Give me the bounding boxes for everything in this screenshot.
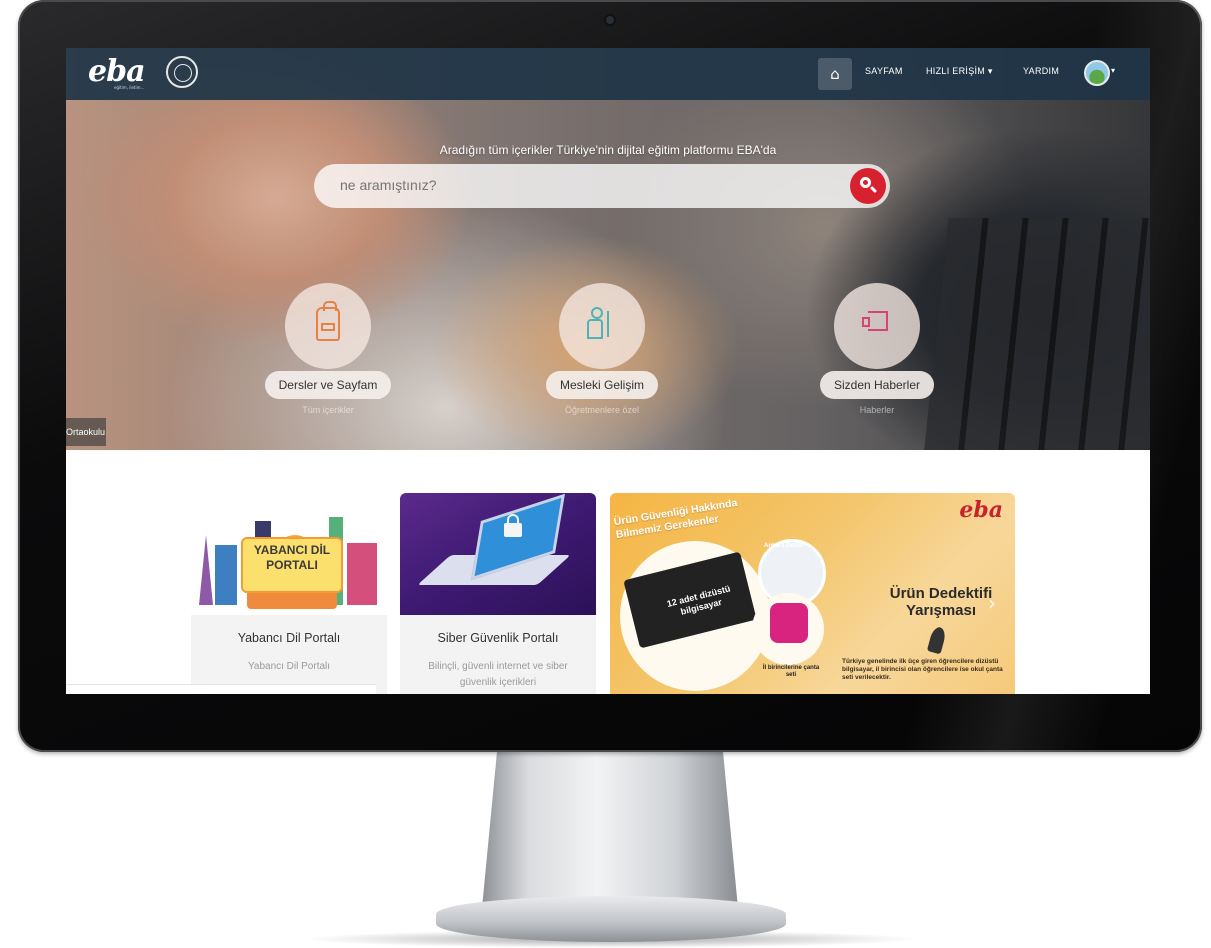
nav-hizli-erisim-label: HIZLI ERİŞİM: [926, 66, 986, 76]
teacher-checklist-icon: [587, 307, 619, 343]
promo-banner[interactable]: Ürün Güvenliği Hakkında Bilmemiz Gereken…: [610, 493, 1015, 694]
backpack-icon: [316, 301, 340, 341]
nav-yardim[interactable]: YARDIM: [1023, 66, 1059, 76]
top-navbar: eba eğitim, iletim... ⌂ SAYFAM HIZLI ERİ…: [66, 48, 1150, 100]
rocket-icon: [926, 625, 948, 655]
search-input[interactable]: [338, 176, 822, 194]
category-circle[interactable]: [285, 283, 371, 369]
category-label[interactable]: Sizden Haberler: [819, 371, 935, 399]
caret-down-icon: ▾: [987, 66, 993, 76]
webcam: [606, 16, 614, 24]
category-dersler[interactable]: Dersler ve Sayfam Tüm içerikler: [258, 283, 398, 415]
category-sub: Tüm içerikler: [302, 405, 354, 415]
category-haberler[interactable]: Sizden Haberler Haberler: [807, 283, 947, 415]
carousel-prev-icon[interactable]: ‹: [622, 591, 630, 615]
banner-description: Türkiye genelinde ilk üçe giren öğrencil…: [842, 658, 1003, 681]
category-sub: Öğretmenlere özel: [564, 405, 640, 415]
category-label[interactable]: Mesleki Gelişim: [545, 371, 658, 399]
portal-sign-text: YABANCI DİL PORTALI: [253, 543, 331, 572]
monitor-base: [436, 896, 786, 942]
hero-tagline: Aradığın tüm içerikler Türkiye'nin dijit…: [439, 143, 777, 157]
category-label[interactable]: Dersler ve Sayfam: [264, 371, 392, 399]
bottom-strip: [66, 684, 376, 694]
content-section: YABANCI DİL PORTALI Yabancı Dil Portalı …: [66, 450, 1150, 694]
banner-logo: eba: [959, 497, 1003, 523]
category-mesleki[interactable]: Mesleki Gelişim Öğretmenlere özel: [532, 283, 672, 415]
card-title[interactable]: Siber Güvenlik Portalı: [400, 631, 596, 645]
eba-logo[interactable]: eba: [88, 54, 146, 89]
windmill-icon: [347, 543, 377, 605]
lock-icon: [504, 514, 522, 537]
eiffel-icon: [199, 535, 213, 605]
card-image: [400, 493, 596, 615]
monitor-stand: [482, 748, 738, 908]
card-title[interactable]: Yabancı Dil Portalı: [191, 631, 387, 645]
hero-section: eba eğitim, iletim... ⌂ SAYFAM HIZLI ERİ…: [66, 48, 1150, 450]
search-button[interactable]: [850, 168, 886, 204]
logo-subtitle: eğitim, iletim...: [114, 85, 145, 90]
building-icon: [215, 545, 237, 605]
user-avatar[interactable]: [1084, 60, 1110, 86]
ministry-seal-icon: [166, 56, 198, 88]
megaphone-icon: [862, 311, 892, 335]
carousel-next-icon[interactable]: ›: [988, 591, 996, 615]
card-description: Yabancı Dil Portalı: [247, 661, 331, 672]
screen: eba eğitim, iletim... ⌂ SAYFAM HIZLI ERİ…: [66, 48, 1150, 694]
search-bar: [314, 164, 890, 208]
avatar-caret-icon[interactable]: ▾: [1111, 66, 1115, 75]
card-image: YABANCI DİL PORTALI: [191, 493, 387, 615]
portal-card-siber[interactable]: Siber Güvenlik Portalı Bilinçli, güvenli…: [400, 493, 596, 694]
card-description: Bilinçli, güvenli internet ve siber güve…: [428, 661, 568, 688]
portal-card-yabanci-dil[interactable]: YABANCI DİL PORTALI Yabancı Dil Portalı …: [191, 493, 387, 694]
nav-hizli-erisim[interactable]: HIZLI ERİŞİM ▾: [926, 66, 993, 77]
school-bag-image: [770, 603, 808, 643]
nav-sayfam[interactable]: SAYFAM: [865, 66, 903, 76]
home-button[interactable]: ⌂: [818, 58, 852, 90]
category-sub: Haberler: [859, 405, 895, 415]
bag-caption: İl birincilerine çanta seti: [762, 665, 820, 678]
category-circle[interactable]: [559, 283, 645, 369]
category-circle[interactable]: [834, 283, 920, 369]
school-tag[interactable]: Ortaokulu: [66, 418, 106, 446]
home-icon: ⌂: [830, 65, 840, 83]
banner-heading: Ürün Güvenliği Hakkında Bilmemiz Gereken…: [613, 496, 739, 542]
city-caption: Ankara Gezisi: [764, 543, 804, 549]
